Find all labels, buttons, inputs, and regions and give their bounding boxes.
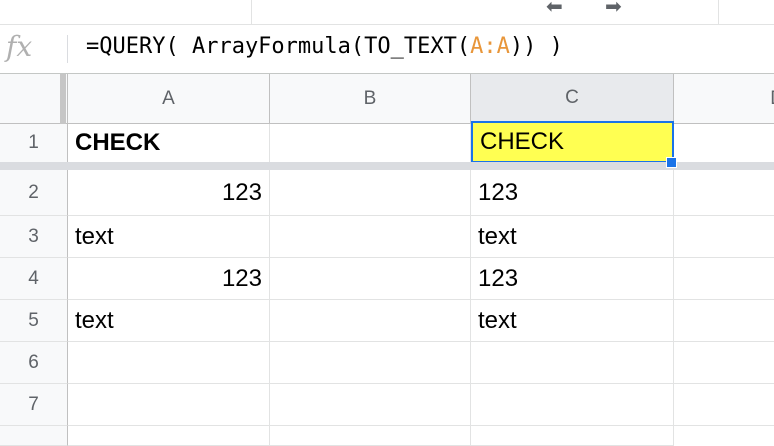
cell-a2[interactable]: 123 (68, 170, 270, 216)
row-header-8[interactable] (0, 426, 68, 446)
row-header-6[interactable]: 6 (0, 342, 68, 384)
cell-b7[interactable] (270, 384, 471, 426)
formula-input[interactable]: =QUERY( ArrayFormula(TO_TEXT(A:A)) ) (86, 34, 563, 59)
column-header-a[interactable]: A (68, 74, 270, 124)
formula-range-reference: A:A (470, 34, 510, 59)
cell-a6[interactable] (68, 342, 270, 384)
fx-icon: fx (6, 30, 33, 63)
fill-handle[interactable] (666, 157, 677, 168)
cell-c3[interactable]: text (471, 216, 674, 258)
cell-a3[interactable]: text (68, 216, 270, 258)
cell-a4[interactable]: 123 (68, 258, 270, 300)
cell-c8[interactable] (471, 426, 674, 446)
cell-a5[interactable]: text (68, 300, 270, 342)
cell-c4[interactable]: 123 (471, 258, 674, 300)
cell-c5[interactable]: text (471, 300, 674, 342)
row-header-3[interactable]: 3 (0, 216, 68, 258)
formula-text: =QUERY( ArrayFormula(TO_TEXT( (86, 34, 471, 59)
cell-c7[interactable] (471, 384, 674, 426)
formula-text: )) ) (509, 34, 563, 59)
cell-c2[interactable]: 123 (471, 170, 674, 216)
cell-a1[interactable]: CHECK (68, 124, 270, 163)
cell-d6[interactable] (674, 342, 774, 384)
toolbar (0, 0, 774, 25)
redo-arrow-icon[interactable]: ➡ (605, 0, 622, 18)
undo-arrow-icon[interactable]: ⬅ (546, 0, 563, 18)
column-header-b[interactable]: B (270, 74, 471, 124)
row-header-5[interactable]: 5 (0, 300, 68, 342)
cell-c1-selected[interactable]: CHECK (471, 121, 674, 163)
row-header-1[interactable]: 1 (0, 124, 68, 163)
row-header-7[interactable]: 7 (0, 384, 68, 426)
column-header-c[interactable]: C (471, 74, 674, 124)
cell-b2[interactable] (270, 170, 471, 216)
freeze-row-divider[interactable] (0, 162, 774, 170)
formula-bar-divider (67, 35, 68, 63)
toolbar-divider (718, 0, 719, 24)
cell-d2[interactable] (674, 170, 774, 216)
cell-d7[interactable] (674, 384, 774, 426)
select-all-corner[interactable] (0, 74, 68, 124)
cell-b8[interactable] (270, 426, 471, 446)
cell-d3[interactable] (674, 216, 774, 258)
row-header-2[interactable]: 2 (0, 170, 68, 216)
column-header-d-label: D (770, 88, 774, 110)
toolbar-divider (251, 0, 252, 24)
cell-b3[interactable] (270, 216, 471, 258)
row-header-4[interactable]: 4 (0, 258, 68, 300)
cell-a8[interactable] (68, 426, 270, 446)
cell-b4[interactable] (270, 258, 471, 300)
cell-d5[interactable] (674, 300, 774, 342)
column-header-d[interactable]: D (674, 74, 774, 124)
cell-b6[interactable] (270, 342, 471, 384)
cell-d1[interactable] (674, 124, 774, 163)
freeze-column-handle[interactable] (60, 74, 66, 124)
cell-d4[interactable] (674, 258, 774, 300)
cell-c6[interactable] (471, 342, 674, 384)
cell-b1[interactable] (270, 124, 471, 163)
cell-a7[interactable] (68, 384, 270, 426)
cell-b5[interactable] (270, 300, 471, 342)
